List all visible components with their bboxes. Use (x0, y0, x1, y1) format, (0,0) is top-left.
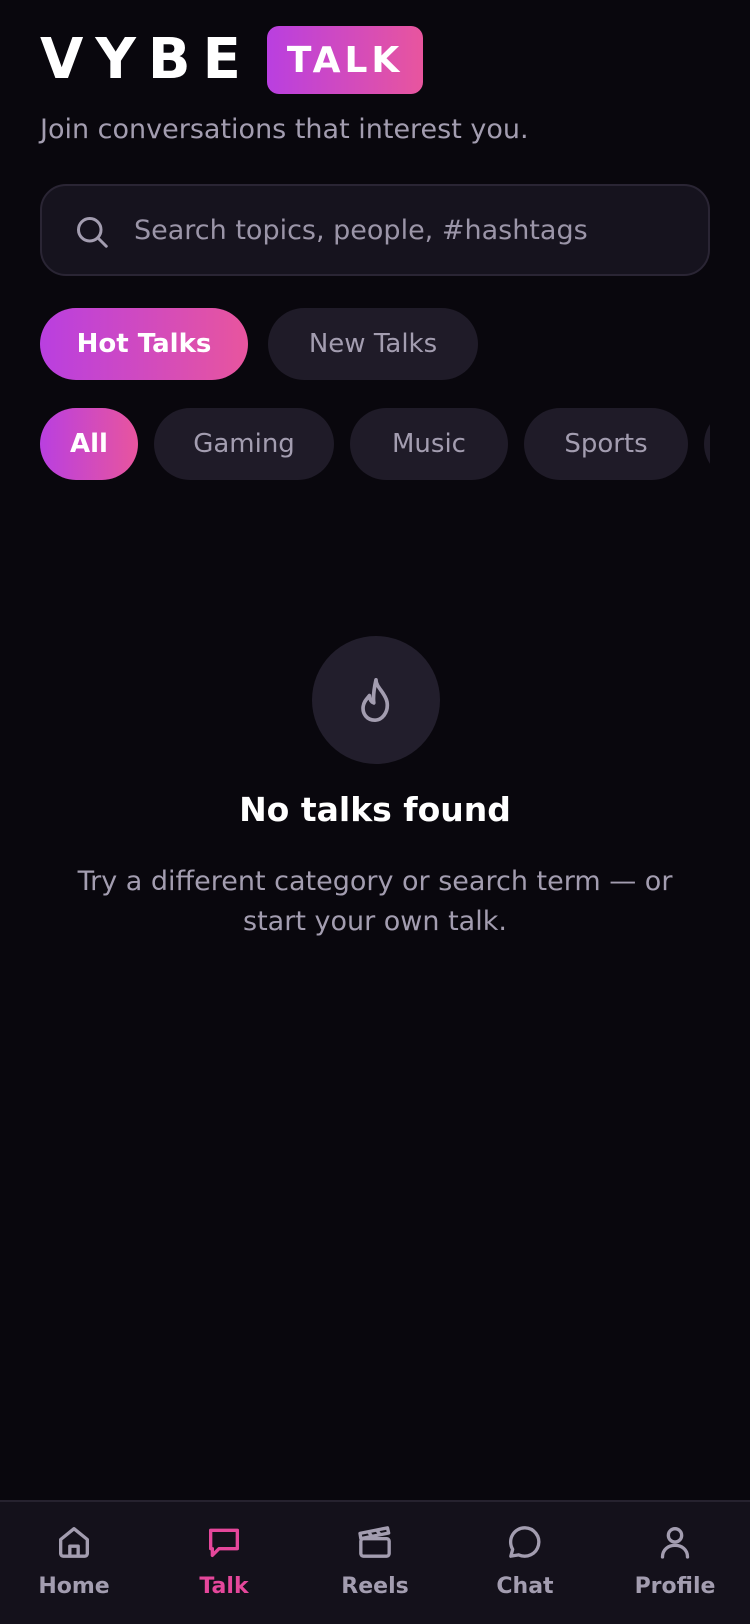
search-bar[interactable] (40, 184, 710, 276)
tab-hot-talks[interactable]: Hot Talks (40, 308, 248, 380)
nav-item-home[interactable]: Home (14, 1502, 134, 1624)
empty-state-badge (312, 636, 440, 764)
nav-label: Profile (634, 1574, 716, 1599)
category-filter-row[interactable]: All Gaming Music Sports (40, 408, 710, 480)
brand-header: VYBE TALK (40, 26, 424, 94)
tab-label: New Talks (308, 329, 438, 359)
home-icon (59, 1527, 90, 1558)
nav-label: Talk (199, 1574, 249, 1599)
nav-item-profile[interactable]: Profile (615, 1502, 735, 1624)
category-chip-gaming[interactable]: Gaming (154, 408, 334, 480)
brand-logo-word: VYBE (40, 27, 253, 92)
category-chip-label: Gaming (193, 429, 295, 459)
category-chip-all[interactable]: All (40, 408, 138, 480)
bottom-nav: Home Talk Reels Chat Profile (0, 1500, 750, 1624)
chat-bubble-icon (209, 1528, 239, 1557)
search-icon (77, 217, 108, 248)
page-tagline: Join conversations that interest you. (40, 114, 529, 145)
empty-state-title: No talks found (239, 790, 511, 829)
user-icon (660, 1527, 690, 1559)
talk-screen: VYBE TALK Join conversations that intere… (0, 0, 750, 1624)
clapperboard-icon (358, 1526, 391, 1558)
brand-logo-badge: TALK (266, 26, 424, 94)
nav-label: Chat (496, 1574, 554, 1599)
nav-label: Home (38, 1574, 110, 1599)
category-chip-sports[interactable]: Sports (524, 408, 688, 480)
flame-icon (361, 677, 390, 722)
category-chip-label: Sports (564, 429, 648, 459)
tab-new-talks[interactable]: New Talks (268, 308, 478, 380)
message-circle-icon (509, 1526, 541, 1558)
category-chip-label: Music (392, 429, 466, 459)
tab-label: Hot Talks (76, 329, 212, 359)
category-chip-music[interactable]: Music (350, 408, 508, 480)
nav-item-chat[interactable]: Chat (465, 1502, 585, 1624)
nav-item-reels[interactable]: Reels (315, 1502, 435, 1624)
category-chip-more[interactable] (704, 408, 710, 480)
category-chip-label: All (70, 429, 108, 459)
search-input[interactable] (134, 186, 694, 274)
nav-label: Reels (341, 1574, 409, 1599)
empty-state-message: Try a different category or search term … (77, 866, 673, 937)
nav-item-talk[interactable]: Talk (164, 1502, 284, 1624)
